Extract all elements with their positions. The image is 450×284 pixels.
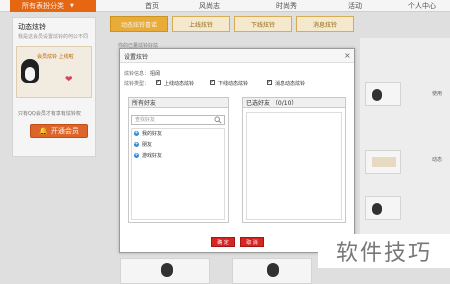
- option-online-label: 上线动态炫铃: [164, 81, 195, 87]
- ok-button[interactable]: 确 定: [211, 237, 235, 247]
- all-friends-title: 所有好友: [129, 98, 228, 108]
- watermark-text: 软件技巧: [318, 234, 450, 268]
- dialog-title: 设置炫铃: [124, 54, 149, 61]
- option-message-label: 消息动态炫铃: [275, 81, 306, 87]
- cancel-button[interactable]: 取 消: [240, 237, 264, 247]
- type-label: 炫铃类型：: [124, 81, 150, 87]
- close-icon[interactable]: ×: [344, 51, 351, 60]
- dialog-header: [120, 49, 354, 63]
- info-label: 炫铃信息：: [124, 71, 150, 77]
- checkbox-message[interactable]: ✓: [267, 80, 272, 85]
- expand-icon: +: [134, 152, 139, 158]
- expand-icon: +: [134, 141, 139, 147]
- checkbox-online[interactable]: ✓: [156, 80, 161, 85]
- tree-item-game-friends[interactable]: + 游戏好友: [134, 152, 162, 159]
- selected-friends-title: 已选好友 （0/10）: [243, 98, 345, 108]
- checkbox-offline[interactable]: ✓: [210, 80, 215, 85]
- search-icon[interactable]: [214, 116, 222, 124]
- friend-search-input[interactable]: 查找好友: [131, 115, 225, 125]
- tree-item-my-friends[interactable]: + 我的好友: [134, 130, 162, 137]
- tree-item-friends[interactable]: + 朋友: [134, 141, 152, 148]
- info-value: 招阔: [150, 71, 161, 77]
- option-offline-label: 下线动态炫铃: [218, 81, 249, 87]
- expand-icon: +: [134, 130, 139, 136]
- selected-friends-list: [246, 112, 342, 220]
- tree-item-label: 游戏好友: [142, 153, 163, 159]
- tree-item-label: 我的好友: [142, 131, 163, 137]
- tree-item-label: 朋友: [142, 142, 153, 148]
